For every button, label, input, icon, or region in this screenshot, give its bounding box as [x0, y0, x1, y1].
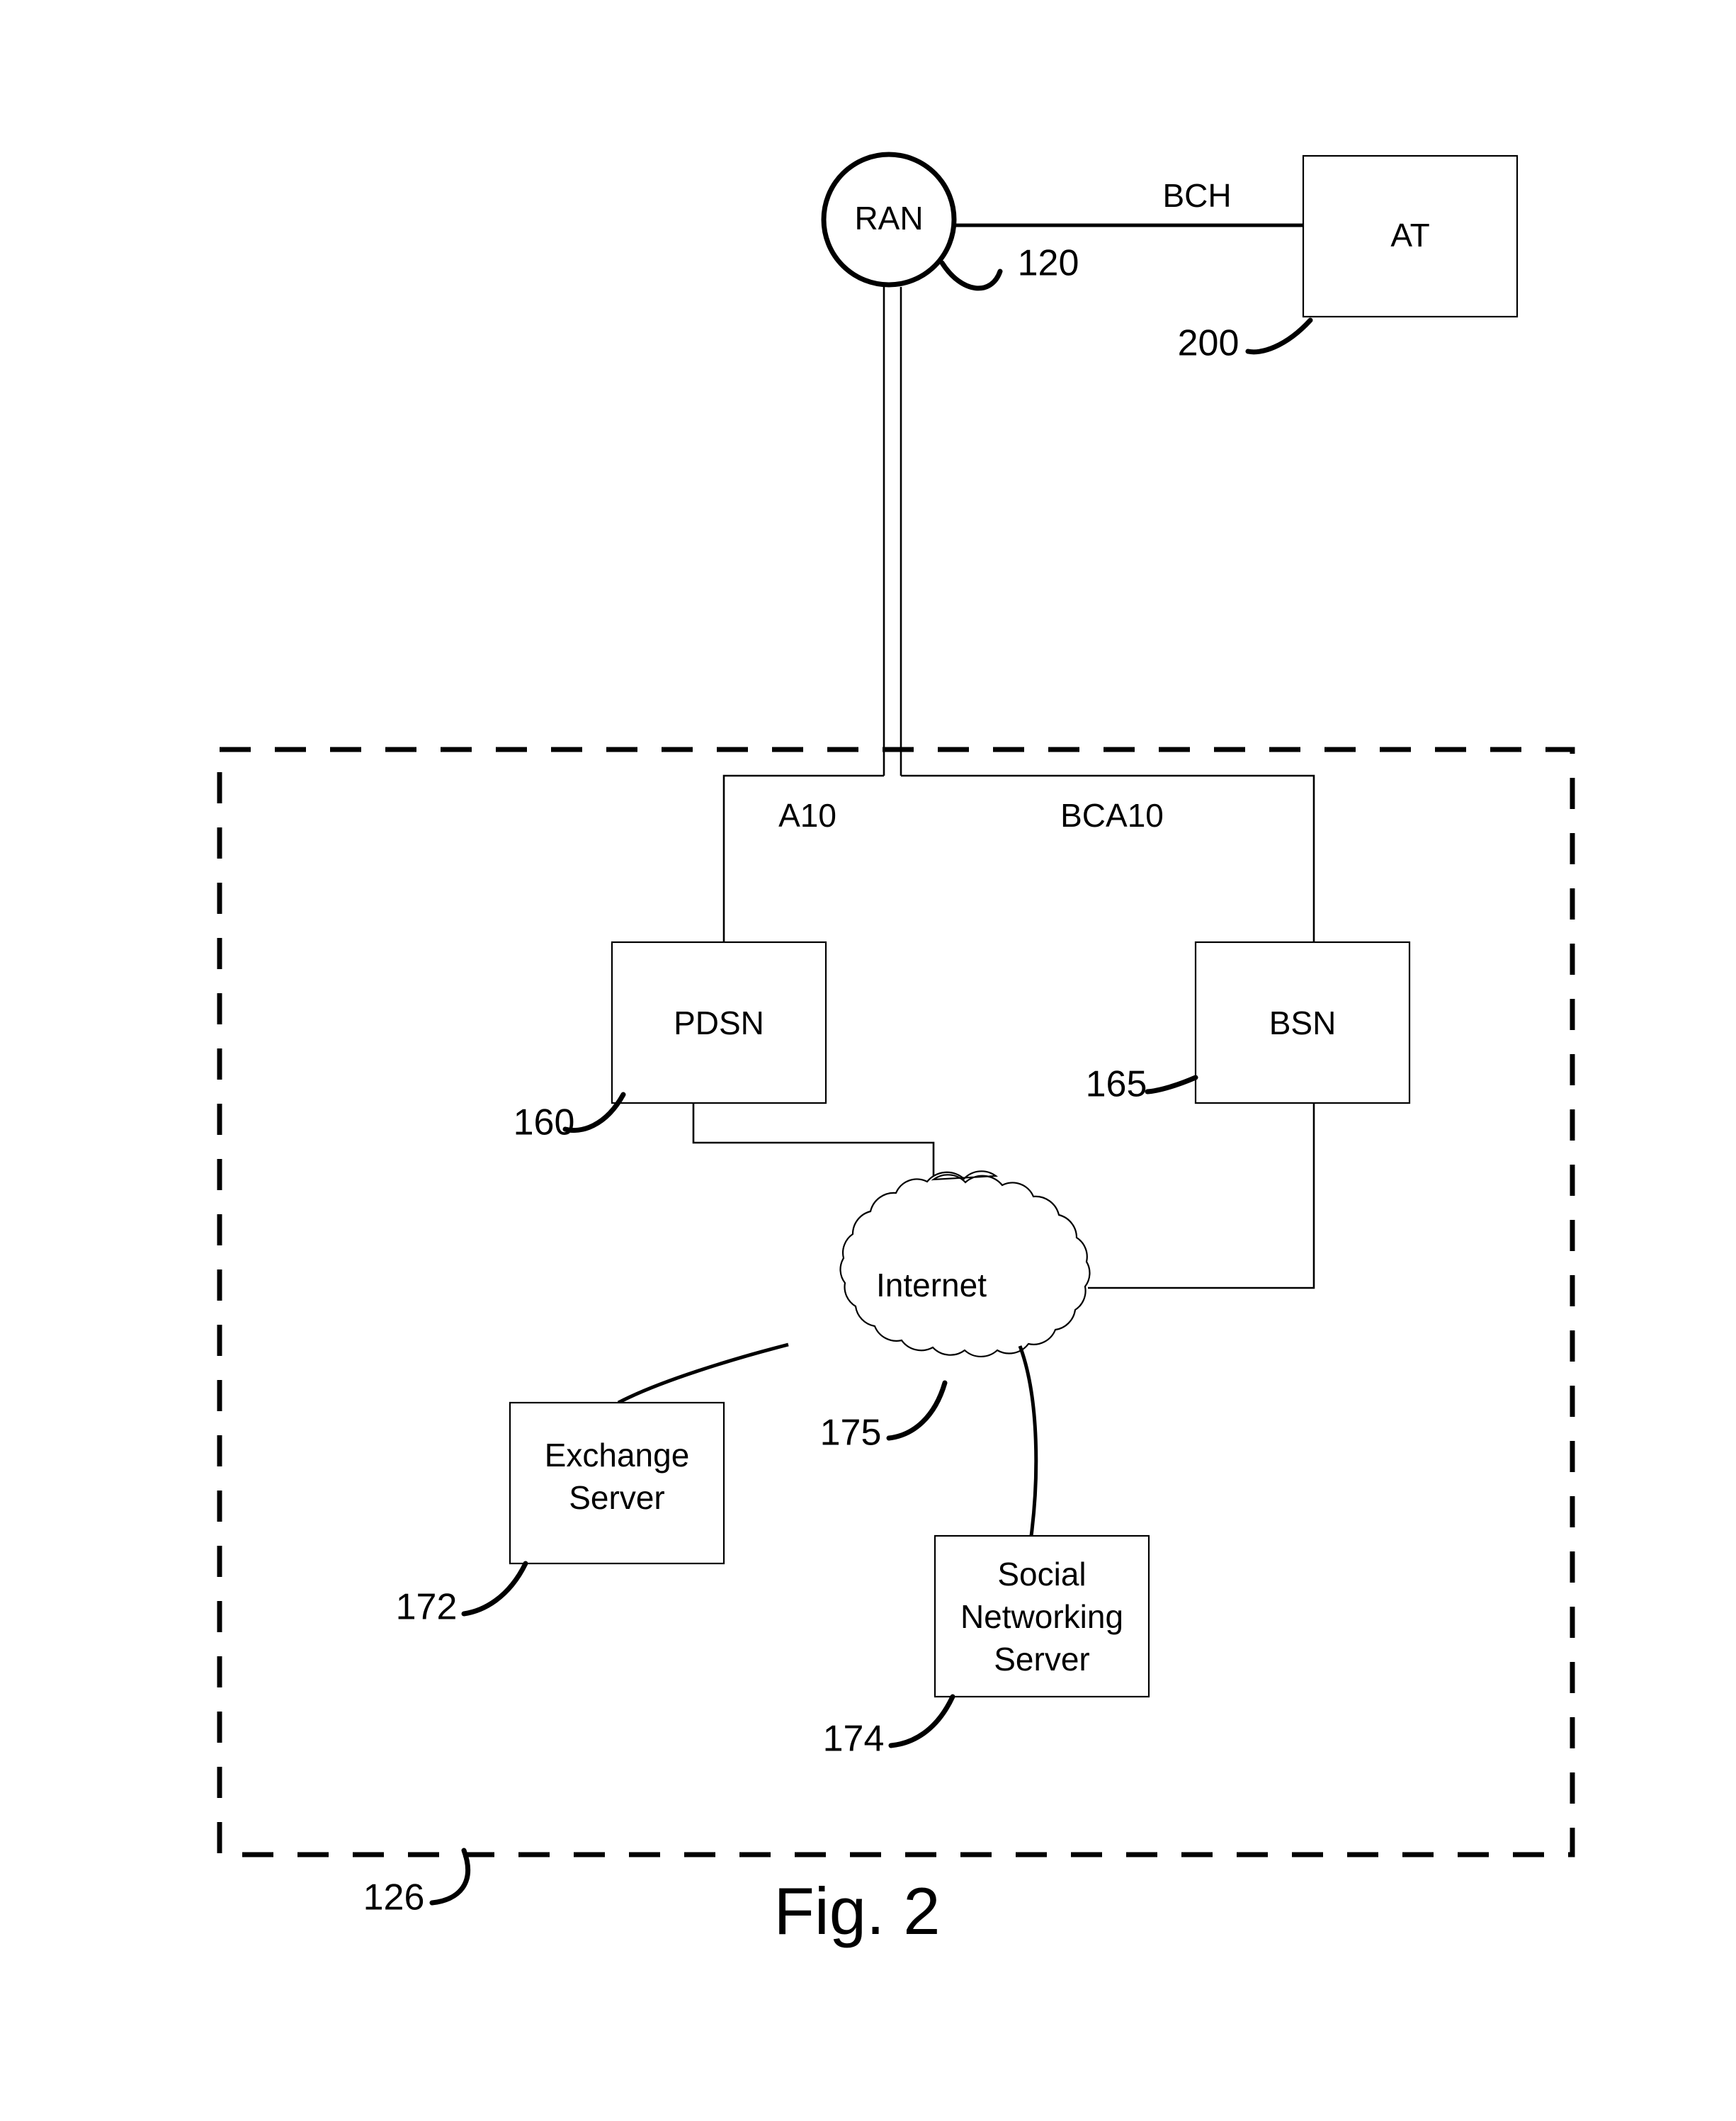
ran-label: RAN [854, 200, 923, 237]
social-server-label-line2: Networking [960, 1598, 1123, 1635]
ref-174: 174 [823, 1719, 885, 1760]
region-ref-leader [429, 1848, 470, 1906]
figure-caption: Fig. 2 [773, 1874, 940, 1948]
ref-175: 175 [820, 1413, 882, 1454]
bch-label: BCH [1162, 177, 1231, 214]
bsn-label: BSN [1269, 1005, 1337, 1041]
bsn-to-internet-link [1088, 1103, 1315, 1289]
exchange-server-ref-leader [461, 1561, 528, 1617]
network-architecture-diagram: RAN 120 BCH AT 200 A10 BCA10 PDSN 160 BS… [217, 152, 1575, 1948]
at-label: AT [1390, 217, 1429, 254]
ref-160: 160 [514, 1102, 575, 1143]
internet-label: Internet [876, 1267, 987, 1303]
ran-ref-leader [939, 260, 1003, 291]
internet-ref-leader [886, 1380, 948, 1441]
social-server-label-line1: Social [997, 1556, 1086, 1593]
internet-to-exchange-server-link [617, 1342, 789, 1405]
at-ref-leader [1245, 317, 1313, 355]
ref-165: 165 [1086, 1064, 1147, 1105]
social-server-label-line3: Server [994, 1641, 1089, 1678]
social-server-ref-leader [888, 1694, 955, 1748]
internet-to-social-server-link [1018, 1345, 1038, 1537]
ref-120: 120 [1018, 243, 1079, 284]
bca10-label: BCA10 [1060, 797, 1164, 834]
pdsn-label: PDSN [674, 1005, 764, 1041]
internet-cloud-node[interactable] [839, 1170, 1091, 1357]
ref-200: 200 [1178, 323, 1239, 364]
bsn-ref-leader [1145, 1075, 1198, 1095]
exchange-server-label-line1: Exchange [545, 1437, 690, 1474]
a10-label: A10 [778, 797, 836, 834]
ref-172: 172 [396, 1587, 458, 1628]
exchange-server-label-line2: Server [569, 1479, 664, 1516]
ref-126: 126 [363, 1877, 425, 1918]
pdsn-to-internet-link [692, 1103, 935, 1182]
figure-container: RAN 120 BCH AT 200 A10 BCA10 PDSN 160 BS… [0, 0, 1736, 2121]
